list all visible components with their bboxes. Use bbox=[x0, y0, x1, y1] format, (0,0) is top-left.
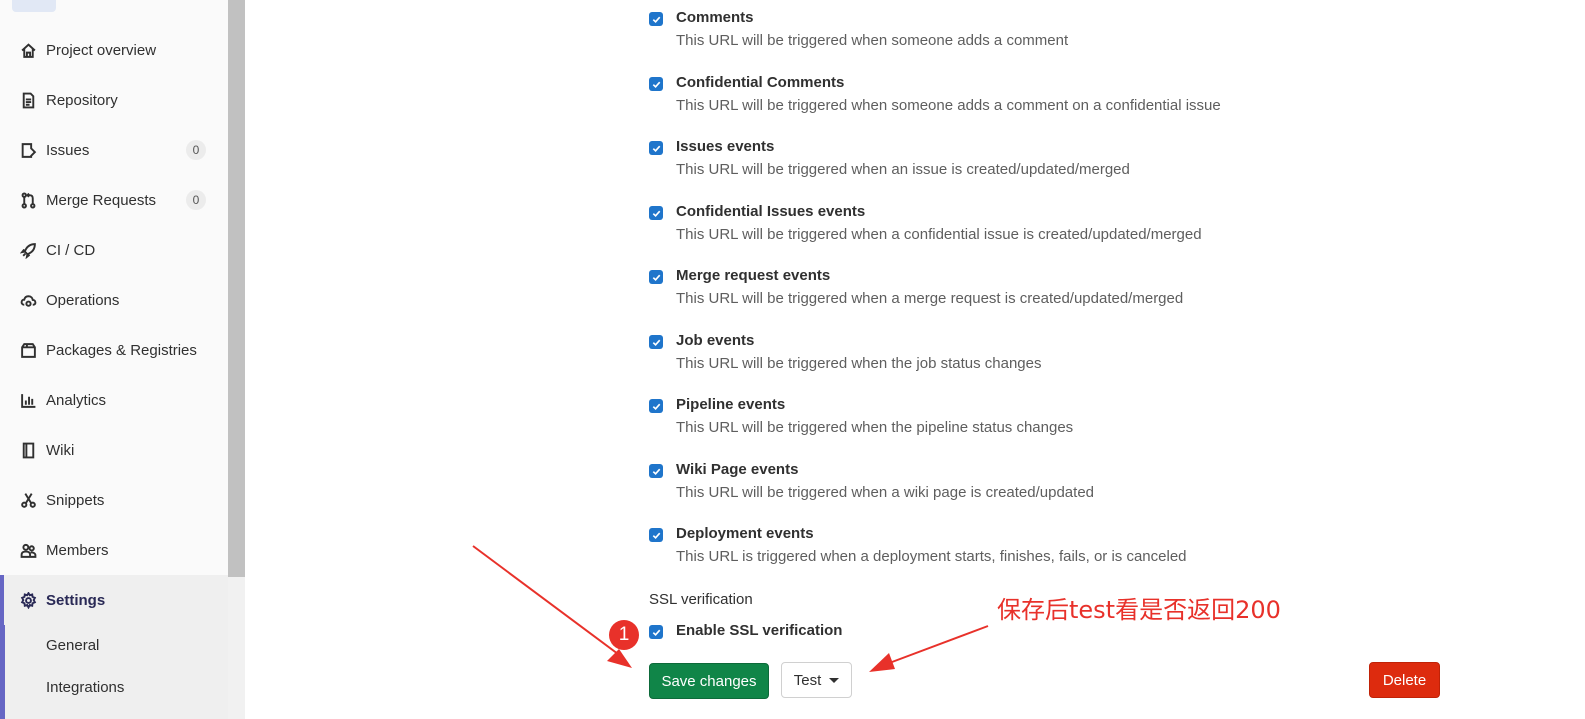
sidebar-item-members[interactable]: Members bbox=[0, 525, 228, 575]
event-title: Comments bbox=[676, 9, 754, 26]
test-button-label: Test bbox=[793, 671, 822, 689]
scissors-icon bbox=[18, 490, 38, 510]
sidebar-scrollbar-thumb[interactable] bbox=[228, 0, 245, 577]
test-dropdown-button[interactable]: Test bbox=[781, 662, 852, 698]
annotation-note: 保存后test看是否返回200 bbox=[997, 596, 1281, 624]
event-description: This URL will be triggered when an issue… bbox=[676, 161, 1130, 178]
checkbox[interactable] bbox=[649, 77, 663, 91]
checkbox[interactable] bbox=[649, 528, 663, 542]
caret-down-icon bbox=[829, 677, 840, 683]
event-description: This URL will be triggered when the job … bbox=[676, 355, 1042, 372]
annotation-step-badge: 1 bbox=[609, 620, 639, 650]
delete-button[interactable]: Delete bbox=[1369, 662, 1440, 698]
sidebar-item-settings[interactable]: Settings bbox=[4, 575, 228, 625]
sidebar-subitem-general[interactable]: General bbox=[46, 637, 99, 654]
event-title: Issues events bbox=[676, 138, 775, 155]
issues-count-badge: 0 bbox=[186, 140, 206, 160]
checkbox[interactable] bbox=[649, 270, 663, 284]
cloud-gear-icon bbox=[18, 290, 38, 310]
sidebar-item-operations[interactable]: Operations bbox=[0, 275, 228, 325]
event-title: Deployment events bbox=[676, 525, 814, 542]
rocket-icon bbox=[18, 240, 38, 260]
sidebar-item-label: Project overview bbox=[46, 41, 157, 59]
issues-icon bbox=[18, 140, 38, 160]
event-description: This URL will be triggered when the pipe… bbox=[676, 419, 1074, 436]
sidebar-item-packages-registries[interactable]: Packages & Registries bbox=[0, 325, 228, 375]
event-title: Confidential Issues events bbox=[676, 203, 866, 220]
checkbox[interactable] bbox=[649, 464, 663, 478]
merge-request-icon bbox=[18, 190, 38, 210]
sidebar-item-label: Snippets bbox=[46, 491, 105, 509]
settings-submenu bbox=[4, 625, 228, 719]
sidebar-item-label: Members bbox=[46, 541, 109, 559]
event-title: Job events bbox=[676, 332, 755, 349]
event-description: This URL will be triggered when a merge … bbox=[676, 290, 1184, 307]
sidebar-item-label: CI / CD bbox=[46, 241, 96, 259]
event-description: This URL will be triggered when someone … bbox=[676, 32, 1069, 49]
sidebar-item-analytics[interactable]: Analytics bbox=[0, 375, 228, 425]
sidebar-item-label: Wiki bbox=[46, 441, 75, 459]
users-icon bbox=[18, 540, 38, 560]
sidebar-item-wiki[interactable]: Wiki bbox=[0, 425, 228, 475]
chart-icon bbox=[18, 390, 38, 410]
event-title: Confidential Comments bbox=[676, 74, 845, 91]
checkbox[interactable] bbox=[649, 141, 663, 155]
checkbox[interactable] bbox=[649, 206, 663, 220]
gear-icon bbox=[18, 590, 38, 610]
event-description: This URL is triggered when a deployment … bbox=[676, 548, 1187, 565]
event-description: This URL will be triggered when a confid… bbox=[676, 226, 1202, 243]
package-icon bbox=[18, 340, 38, 360]
checkbox[interactable] bbox=[649, 12, 663, 26]
sidebar-item-snippets[interactable]: Snippets bbox=[0, 475, 228, 525]
event-title: Pipeline events bbox=[676, 396, 786, 413]
sidebar-item-ci-cd[interactable]: CI / CD bbox=[0, 225, 228, 275]
sidebar-item-merge-requests[interactable]: Merge Requests 0 bbox=[0, 175, 228, 225]
event-description: This URL will be triggered when someone … bbox=[676, 97, 1221, 114]
ssl-verification-heading: SSL verification bbox=[649, 591, 753, 608]
home-icon bbox=[18, 40, 38, 60]
sidebar-item-issues[interactable]: Issues 0 bbox=[0, 125, 228, 175]
sidebar-item-label: Repository bbox=[46, 91, 118, 109]
sidebar-item-label: Operations bbox=[46, 291, 120, 309]
sidebar-item-project-overview[interactable]: Project overview bbox=[0, 25, 228, 75]
sidebar-item-repository[interactable]: Repository bbox=[0, 75, 228, 125]
event-title: Wiki Page events bbox=[676, 461, 799, 478]
sidebar-item-label: Packages & Registries bbox=[46, 341, 197, 359]
save-changes-button[interactable]: Save changes bbox=[649, 663, 769, 699]
sidebar-subitem-integrations[interactable]: Integrations bbox=[46, 679, 124, 696]
sidebar-item-label: Settings bbox=[46, 591, 106, 609]
book-icon bbox=[18, 440, 38, 460]
checkbox[interactable] bbox=[649, 399, 663, 413]
sidebar-item-label: Merge Requests bbox=[46, 191, 157, 209]
checkbox[interactable] bbox=[649, 625, 663, 639]
sidebar-scrollbar-track[interactable] bbox=[228, 577, 245, 719]
document-icon bbox=[18, 90, 38, 110]
event-title: Merge request events bbox=[676, 267, 831, 284]
merge-requests-count-badge: 0 bbox=[186, 190, 206, 210]
sidebar-item-label: Analytics bbox=[46, 391, 107, 409]
project-avatar[interactable] bbox=[12, 0, 56, 12]
sidebar-item-label: Issues bbox=[46, 141, 90, 159]
checkbox[interactable] bbox=[649, 335, 663, 349]
ssl-checkbox-label: Enable SSL verification bbox=[676, 622, 843, 639]
event-description: This URL will be triggered when a wiki p… bbox=[676, 484, 1095, 501]
